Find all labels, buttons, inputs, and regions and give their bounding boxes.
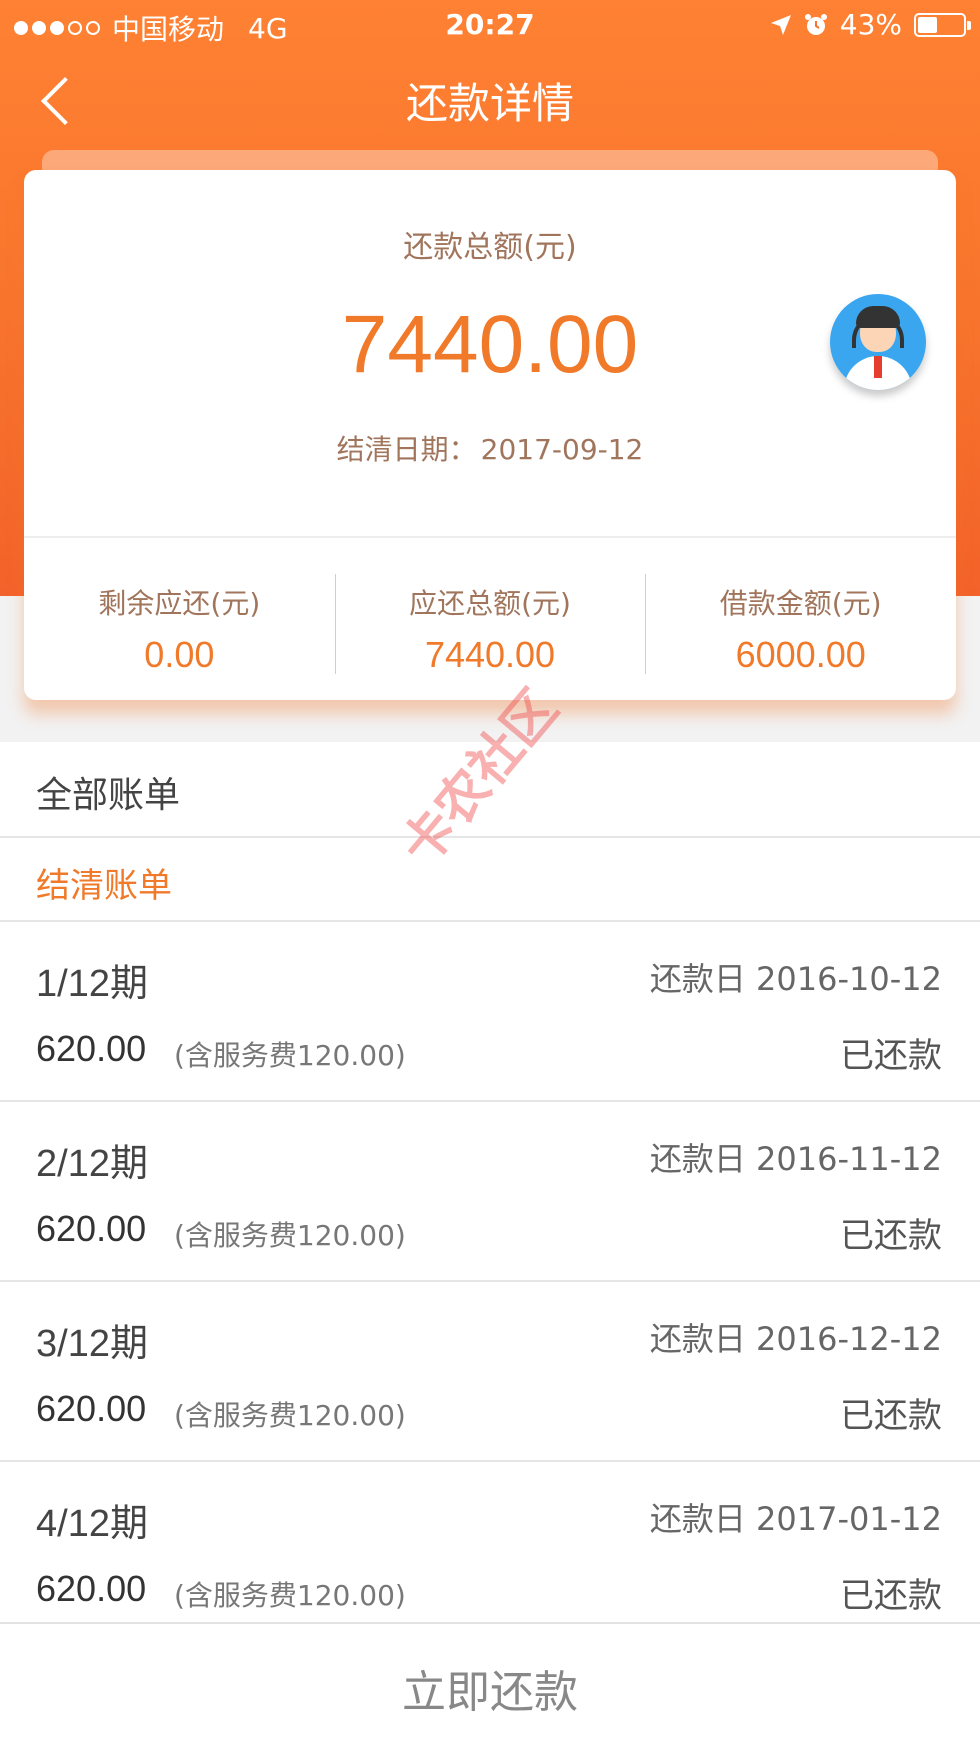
location-arrow-icon xyxy=(770,14,791,35)
status-right: 43% xyxy=(770,8,971,41)
bill-row[interactable]: 3/12期 还款日 2016-12-12 620.00 (含服务费120.00)… xyxy=(0,1282,980,1462)
bill-amount: 620.00 xyxy=(36,1028,147,1069)
bill-fee-note: (含服务费120.00) xyxy=(174,1219,406,1252)
bill-list: 1/12期 还款日 2016-10-12 620.00 (含服务费120.00)… xyxy=(0,922,980,1642)
settle-date-label: 结清日期： xyxy=(336,433,477,466)
bill-date-value: 2017-01-12 xyxy=(756,1500,942,1538)
bill-status: 已还款 xyxy=(840,1036,942,1076)
stat-remaining: 剩余应还(元) 0.00 xyxy=(24,538,335,700)
total-amount-label: 还款总额(元) xyxy=(403,230,577,265)
repayment-summary-card: 还款总额(元) 7440.00 结清日期： 2017-09-12 剩余应还(元) … xyxy=(24,170,956,700)
settled-bills-label: 结清账单 xyxy=(36,866,172,906)
bill-due-date: 还款日 2016-10-12 xyxy=(650,954,942,1000)
battery-icon xyxy=(914,12,971,37)
page-title: 还款详情 xyxy=(405,79,574,128)
bill-period: 2/12期 xyxy=(36,1143,148,1185)
settled-bills-tab[interactable]: 结清账单 xyxy=(0,840,980,922)
stat-label: 应还总额(元) xyxy=(409,587,571,620)
bill-period: 4/12期 xyxy=(36,1503,148,1545)
bill-due-date: 还款日 2016-11-12 xyxy=(650,1134,942,1180)
bill-due-date: 还款日 2016-12-12 xyxy=(650,1314,942,1360)
bill-amount: 620.00 xyxy=(36,1388,147,1429)
bill-date-value: 2016-11-12 xyxy=(756,1140,942,1178)
bill-date-label: 还款日 xyxy=(649,1140,746,1178)
bill-date-label: 还款日 xyxy=(649,1500,746,1538)
bill-amount: 620.00 xyxy=(36,1568,147,1609)
bill-date-value: 2016-10-12 xyxy=(756,960,942,998)
stat-value: 0.00 xyxy=(144,634,215,675)
all-bills-label: 全部账单 xyxy=(36,775,181,816)
settle-date: 结清日期： 2017-09-12 xyxy=(24,428,956,468)
stat-value: 6000.00 xyxy=(735,634,866,675)
stat-loan-amount: 借款金额(元) 6000.00 xyxy=(645,538,956,700)
bill-date-value: 2016-12-12 xyxy=(756,1320,942,1358)
settle-date-value: 2017-09-12 xyxy=(480,433,644,466)
bill-status: 已还款 xyxy=(840,1576,942,1616)
bill-date-label: 还款日 xyxy=(649,960,746,998)
bill-period: 3/12期 xyxy=(36,1323,148,1365)
stat-label: 借款金额(元) xyxy=(719,587,882,620)
stat-total-due: 应还总额(元) 7440.00 xyxy=(334,538,646,700)
pay-now-label: 立即还款 xyxy=(402,1667,578,1718)
bill-date-label: 还款日 xyxy=(649,1320,746,1358)
bill-fee-note: (含服务费120.00) xyxy=(174,1579,406,1612)
battery-percent: 43% xyxy=(839,8,902,41)
total-amount-value: 7440.00 xyxy=(341,299,639,390)
stat-label: 剩余应还(元) xyxy=(98,587,261,620)
bill-row[interactable]: 1/12期 还款日 2016-10-12 620.00 (含服务费120.00)… xyxy=(0,922,980,1102)
bill-amount: 620.00 xyxy=(36,1208,147,1249)
bill-status: 已还款 xyxy=(840,1396,942,1436)
alarm-clock-icon xyxy=(804,13,827,35)
pay-now-button[interactable]: 立即还款 xyxy=(0,1622,980,1743)
bill-row[interactable]: 4/12期 还款日 2017-01-12 620.00 (含服务费120.00)… xyxy=(0,1462,980,1642)
bill-period: 1/12期 xyxy=(36,963,148,1005)
status-bar: 中国移动 4G 20:27 43% xyxy=(0,0,980,50)
bill-status: 已还款 xyxy=(840,1216,942,1256)
summary-stats: 剩余应还(元) 0.00 应还总额(元) 7440.00 借款金额(元) 600… xyxy=(24,538,956,700)
bill-fee-note: (含服务费120.00) xyxy=(174,1039,406,1072)
bill-due-date: 还款日 2017-01-12 xyxy=(650,1494,942,1540)
stat-value: 7440.00 xyxy=(424,634,556,675)
bill-row[interactable]: 2/12期 还款日 2016-11-12 620.00 (含服务费120.00)… xyxy=(0,1102,980,1282)
bill-fee-note: (含服务费120.00) xyxy=(174,1399,406,1432)
customer-service-icon[interactable] xyxy=(830,294,926,390)
